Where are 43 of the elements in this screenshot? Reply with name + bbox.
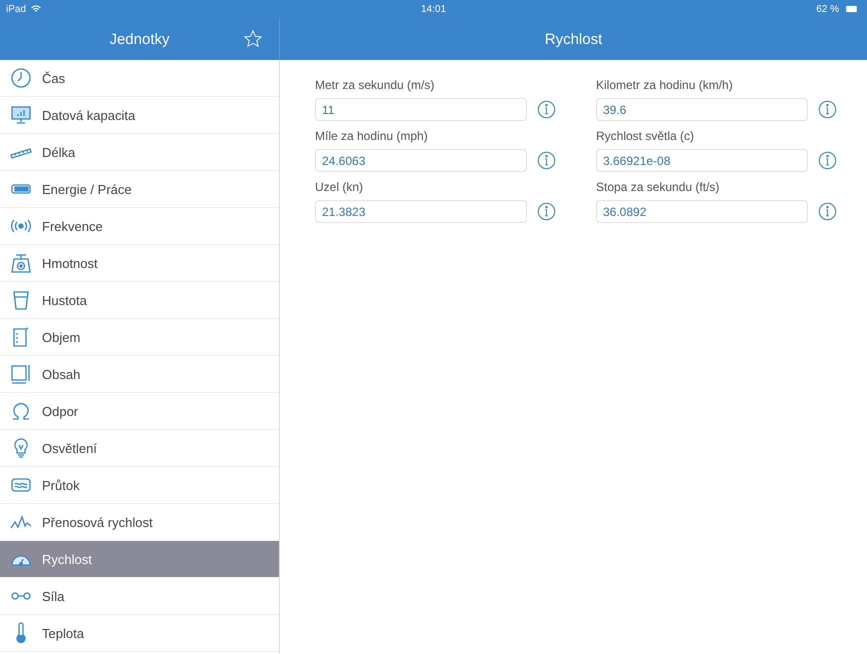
field-label: Rychlost světla (c) bbox=[596, 129, 696, 143]
sidebar-item[interactable]: Osvětlení bbox=[0, 430, 279, 467]
monitor-icon bbox=[10, 104, 32, 126]
device-name: iPad bbox=[6, 4, 26, 14]
field-label: Metr za sekundu (m/s) bbox=[315, 78, 436, 92]
info-icon[interactable] bbox=[537, 151, 556, 170]
field-label: Stopa za sekundu (ft/s) bbox=[596, 180, 720, 194]
input-field[interactable]: 11 bbox=[315, 98, 527, 121]
input-field[interactable]: 39.6 bbox=[596, 98, 808, 121]
page-title: Rychlost bbox=[544, 30, 602, 48]
scale-icon bbox=[10, 252, 32, 274]
field-label: Kilometr za hodinu (km/h) bbox=[596, 78, 734, 92]
input-field[interactable]: 24.6063 bbox=[315, 149, 527, 172]
info-icon[interactable] bbox=[818, 151, 837, 170]
field-label: Uzel (kn) bbox=[315, 180, 364, 194]
info-icon[interactable] bbox=[818, 202, 837, 221]
clock-icon bbox=[10, 67, 32, 89]
star-icon[interactable] bbox=[243, 29, 263, 49]
sidebar-item[interactable]: Teplota bbox=[0, 615, 279, 652]
info-icon[interactable] bbox=[818, 100, 837, 119]
sidebar-item[interactable]: Hmotnost bbox=[0, 245, 279, 282]
sidebar-item[interactable]: Energie / Práce bbox=[0, 171, 279, 208]
sidebar-item[interactable]: Síla bbox=[0, 578, 279, 615]
sidebar-item[interactable]: Čas bbox=[0, 60, 279, 97]
info-icon[interactable] bbox=[537, 202, 556, 221]
input-field[interactable]: 36.0892 bbox=[596, 200, 808, 223]
omega-icon bbox=[10, 400, 32, 422]
sidebar-item[interactable]: Odpor bbox=[0, 393, 279, 430]
field-label: Míle za hodinu (mph) bbox=[315, 129, 429, 143]
info-icon[interactable] bbox=[537, 100, 556, 119]
sidebar-title: Jednotky bbox=[109, 30, 170, 48]
battery-percent: 62 % bbox=[816, 4, 839, 14]
sidebar-item[interactable]: Obsah bbox=[0, 356, 279, 393]
sidebar-item[interactable]: Frekvence bbox=[0, 208, 279, 245]
area-square-icon bbox=[10, 363, 32, 385]
sidebar-item[interactable]: Objem bbox=[0, 319, 279, 356]
sidebar-item[interactable]: Hustota bbox=[0, 282, 279, 319]
input-field[interactable]: 21.3823 bbox=[315, 200, 527, 223]
input-field[interactable]: 3.66921e-08 bbox=[596, 149, 808, 172]
sidebar-item[interactable]: Datová kapacita bbox=[0, 97, 279, 134]
sidebar-item[interactable]: Délka bbox=[0, 134, 279, 171]
sidebar-item[interactable]: Průtok bbox=[0, 467, 279, 504]
status-time: 14:01 bbox=[420, 4, 446, 14]
